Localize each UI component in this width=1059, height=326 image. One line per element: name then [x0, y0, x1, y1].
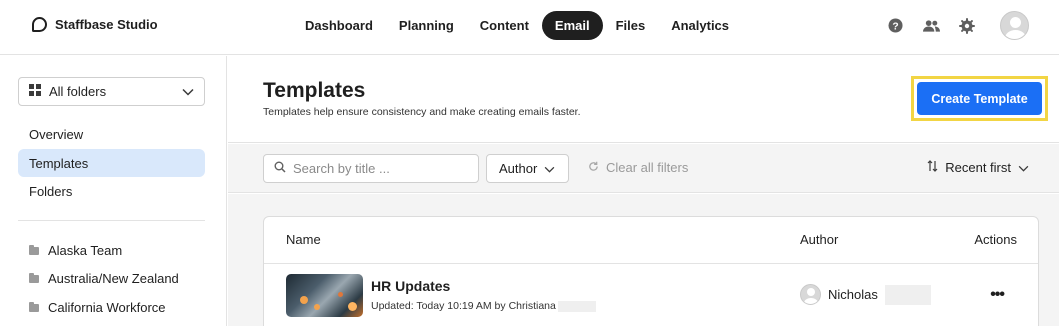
- author-avatar: [800, 284, 821, 305]
- refresh-icon: [588, 160, 599, 175]
- template-thumbnail: [286, 274, 363, 317]
- table-row[interactable]: HR Updates Updated: Today 10:19 AM by Ch…: [264, 264, 1038, 326]
- create-template-highlight: Create Template: [911, 76, 1048, 121]
- page-header: Templates Templates help ensure consiste…: [228, 56, 1059, 143]
- top-icons: ?: [886, 11, 1029, 40]
- chevron-down-icon: [544, 161, 555, 176]
- folder-icon: [29, 301, 39, 312]
- search-icon: [274, 161, 286, 176]
- folder-label: Australia/New Zealand: [48, 271, 179, 286]
- search-input[interactable]: [293, 161, 463, 176]
- filter-bar: Author Clear all filters Recent first: [228, 144, 1059, 193]
- page-title: Templates: [263, 79, 366, 102]
- nav-content[interactable]: Content: [467, 11, 542, 40]
- svg-text:?: ?: [892, 21, 898, 32]
- grid-icon: [29, 84, 41, 99]
- nav-analytics[interactable]: Analytics: [658, 11, 742, 40]
- nav-email[interactable]: Email: [541, 11, 603, 40]
- gear-icon[interactable]: [958, 17, 976, 35]
- sort-icon: [927, 160, 938, 175]
- column-header-actions: Actions: [974, 232, 1017, 247]
- sort-label: Recent first: [945, 160, 1011, 175]
- create-template-button[interactable]: Create Template: [917, 82, 1042, 115]
- staffbase-logo-icon: [32, 17, 47, 32]
- sidebar-item-folders[interactable]: Folders: [18, 177, 205, 205]
- clear-filters-button[interactable]: Clear all filters: [588, 160, 688, 175]
- redacted-block: [557, 300, 596, 312]
- search-box[interactable]: [263, 154, 479, 183]
- redacted-block: [884, 284, 931, 305]
- template-meta: Updated: Today 10:19 AM by Christiana: [371, 300, 596, 312]
- template-title[interactable]: HR Updates: [371, 278, 450, 294]
- people-icon[interactable]: [922, 17, 940, 35]
- folder-item-australia-new-zealand[interactable]: Australia/New Zealand: [29, 271, 179, 286]
- column-header-author[interactable]: Author: [800, 232, 838, 247]
- sidebar-divider: [18, 220, 205, 221]
- template-author: Nicholas: [800, 284, 931, 305]
- folder-select-label: All folders: [49, 84, 107, 99]
- folder-item-alaska-team[interactable]: Alaska Team: [29, 243, 122, 258]
- chevron-down-icon: [1018, 160, 1029, 175]
- author-name: Nicholas: [828, 287, 878, 302]
- templates-table: Name Author Actions HR Updates Updated: …: [263, 216, 1039, 326]
- nav-files[interactable]: Files: [603, 11, 659, 40]
- nav-planning[interactable]: Planning: [386, 11, 467, 40]
- folder-label: Alaska Team: [48, 243, 123, 258]
- user-avatar[interactable]: [1000, 11, 1029, 40]
- top-bar: Staffbase Studio Dashboard Planning Cont…: [0, 0, 1059, 55]
- help-icon[interactable]: ?: [886, 17, 904, 35]
- brand-name: Staffbase Studio: [55, 17, 158, 32]
- folder-label: California Workforce: [48, 300, 166, 315]
- column-header-name[interactable]: Name: [286, 232, 321, 247]
- nav-dashboard[interactable]: Dashboard: [292, 11, 386, 40]
- folder-item-california-workforce[interactable]: California Workforce: [29, 300, 166, 315]
- sidebar-item-templates[interactable]: Templates: [18, 149, 205, 177]
- brand[interactable]: Staffbase Studio: [32, 17, 158, 32]
- row-actions-menu[interactable]: •••: [990, 286, 1005, 304]
- sidebar: All folders Overview Templates Folders A…: [0, 56, 227, 326]
- author-filter-dropdown[interactable]: Author: [486, 154, 569, 183]
- folder-icon: [29, 272, 39, 283]
- sidebar-item-overview[interactable]: Overview: [18, 120, 205, 148]
- folder-select[interactable]: All folders: [18, 77, 205, 106]
- sort-dropdown[interactable]: Recent first: [927, 160, 1029, 175]
- chevron-down-icon: [182, 84, 194, 99]
- page-subtitle: Templates help ensure consistency and ma…: [263, 106, 581, 118]
- author-filter-label: Author: [499, 161, 538, 176]
- main-nav: Dashboard Planning Content Email Files A…: [292, 11, 742, 40]
- folder-icon: [29, 244, 39, 255]
- clear-filters-label: Clear all filters: [606, 160, 689, 175]
